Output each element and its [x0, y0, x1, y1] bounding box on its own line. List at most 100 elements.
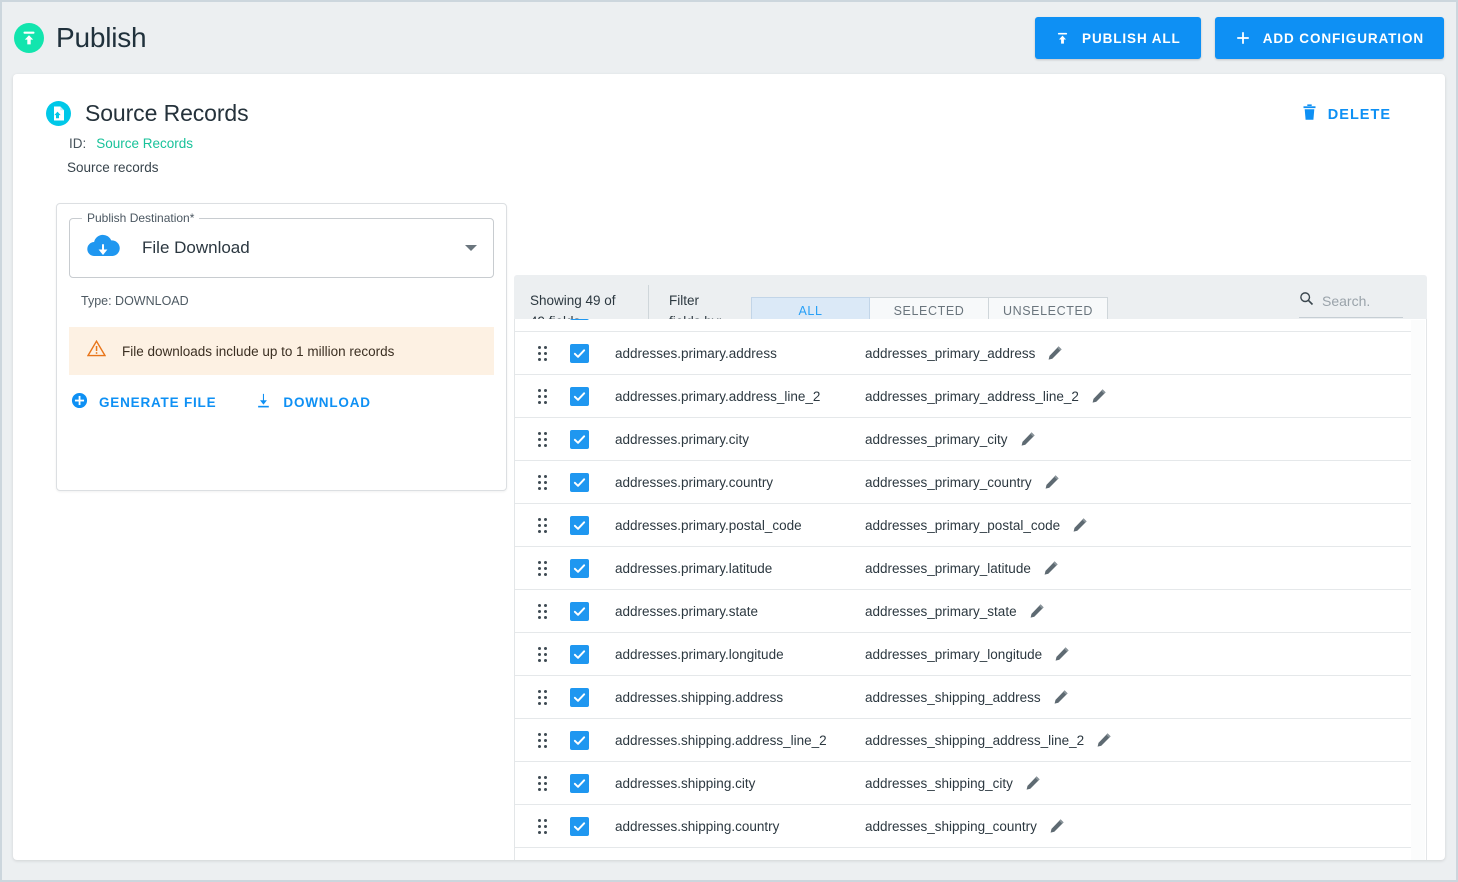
app-window: Publish PUBLISH ALL ADD CONFIGURATION So…: [0, 0, 1458, 882]
drag-handle-icon[interactable]: [538, 689, 547, 705]
row-published-field-name: addresses_primary_state: [865, 603, 1017, 619]
fields-table-scrollbar-track[interactable]: [1411, 320, 1425, 860]
edit-pencil-icon[interactable]: [1047, 345, 1063, 361]
drag-handle-icon[interactable]: [538, 603, 547, 619]
table-row[interactable]: addresses.shipping.country addresses_ship…: [515, 805, 1411, 848]
row-checkbox[interactable]: [570, 472, 589, 492]
row-checkbox[interactable]: [570, 816, 589, 836]
edit-pencil-icon[interactable]: [1025, 775, 1041, 791]
row-drag-cell: [515, 474, 570, 490]
warning-triangle-icon: [86, 339, 107, 362]
drag-handle-icon[interactable]: [538, 560, 547, 576]
card-header: Source Records ID: Source Records Source…: [13, 74, 1445, 175]
row-checkbox-cell: [570, 429, 615, 449]
drag-handle-icon[interactable]: [538, 431, 547, 447]
edit-pencil-icon[interactable]: [1054, 646, 1070, 662]
row-published-field: addresses_primary_city: [865, 431, 1411, 447]
fields-table-body: clustering_metadata.applied_cluster…clus…: [514, 319, 1427, 860]
row-published-field: addresses_primary_postal_code: [865, 517, 1411, 533]
drag-handle-icon[interactable]: [538, 345, 547, 361]
search-box[interactable]: [1299, 291, 1403, 318]
edit-pencil-icon[interactable]: [1091, 388, 1107, 404]
row-field-to-publish: addresses.primary.address: [615, 345, 777, 361]
row-field-to-publish: addresses.primary.postal_code: [615, 517, 802, 533]
table-row[interactable]: addresses.primary.country addresses_prima…: [515, 461, 1411, 504]
edit-pencil-icon[interactable]: [1096, 732, 1112, 748]
publish-all-label: PUBLISH ALL: [1082, 30, 1181, 46]
edit-pencil-icon[interactable]: [1053, 689, 1069, 705]
id-label: ID:: [69, 136, 87, 151]
table-row[interactable]: addresses.primary.address_line_2 addresse…: [515, 375, 1411, 418]
card-title-row: Source Records: [45, 100, 1445, 127]
delete-button[interactable]: DELETE: [1302, 104, 1391, 125]
row-checkbox[interactable]: [570, 601, 589, 621]
row-checkbox[interactable]: [570, 343, 589, 363]
row-checkbox-cell: [570, 601, 615, 621]
table-row[interactable]: addresses.primary.state addresses_primary…: [515, 590, 1411, 633]
card-id-row: ID: Source Records: [45, 136, 1445, 151]
edit-pencil-icon[interactable]: [1029, 603, 1045, 619]
id-value-link[interactable]: Source Records: [96, 136, 193, 151]
row-drag-cell: [515, 388, 570, 404]
row-checkbox[interactable]: [570, 319, 589, 320]
chevron-down-icon[interactable]: [465, 245, 477, 251]
row-checkbox[interactable]: [570, 386, 589, 406]
row-checkbox-cell: [570, 319, 615, 320]
row-drag-cell: [515, 775, 570, 791]
card-description: Source records: [67, 160, 159, 175]
row-drag-cell: [515, 560, 570, 576]
drag-handle-icon[interactable]: [538, 732, 547, 748]
edit-pencil-icon[interactable]: [1020, 431, 1036, 447]
table-row[interactable]: addresses.shipping.city addresses_shippin…: [515, 762, 1411, 805]
drag-handle-icon[interactable]: [538, 474, 547, 490]
download-icon: [256, 392, 272, 412]
download-button[interactable]: DOWNLOAD: [256, 392, 370, 412]
drag-handle-icon[interactable]: [538, 775, 547, 791]
add-configuration-button[interactable]: ADD CONFIGURATION: [1214, 17, 1444, 59]
edit-pencil-icon[interactable]: [1049, 818, 1065, 834]
row-field-to-publish: addresses.primary.state: [615, 603, 759, 619]
row-checkbox[interactable]: [570, 558, 589, 578]
row-checkbox-cell: [570, 386, 615, 406]
generate-file-button[interactable]: GENERATE FILE: [71, 392, 216, 412]
row-checkbox[interactable]: [570, 687, 589, 707]
row-field-to-publish: addresses.primary.city: [615, 431, 750, 447]
row-checkbox[interactable]: [570, 773, 589, 793]
publish-all-button[interactable]: PUBLISH ALL: [1035, 17, 1201, 59]
table-row[interactable]: addresses.primary.longitude addresses_pri…: [515, 633, 1411, 676]
drag-handle-icon[interactable]: [538, 818, 547, 834]
search-input[interactable]: [1322, 293, 1392, 309]
edit-pencil-icon[interactable]: [1072, 517, 1088, 533]
edit-pencil-icon[interactable]: [1044, 474, 1060, 490]
row-field-to-publish: addresses.primary.address_line_2: [615, 388, 821, 404]
table-row[interactable]: addresses.primary.postal_code addresses_p…: [515, 504, 1411, 547]
row-checkbox[interactable]: [570, 515, 589, 535]
fields-table-region: Showing 49 of 49 fields Filter fields by…: [514, 203, 1427, 860]
edit-pencil-icon[interactable]: [1043, 560, 1059, 576]
row-published-field: addresses_shipping_city: [865, 775, 1411, 791]
row-drag-cell: [515, 689, 570, 705]
table-row[interactable]: addresses.primary.address addresses_prima…: [515, 332, 1411, 375]
row-field-to-publish: addresses.shipping.country: [615, 818, 780, 834]
table-row[interactable]: addresses.primary.city addresses_primary_…: [515, 418, 1411, 461]
table-row[interactable]: addresses.primary.latitude addresses_prim…: [515, 547, 1411, 590]
publish-destination-select[interactable]: Publish Destination* File Download: [69, 211, 494, 278]
drag-handle-icon[interactable]: [538, 517, 547, 533]
row-checkbox[interactable]: [570, 429, 589, 449]
row-checkbox[interactable]: [570, 730, 589, 750]
drag-handle-icon[interactable]: [538, 646, 547, 662]
filter-label-line1: Filter: [669, 292, 699, 308]
row-checkbox-cell: [570, 730, 615, 750]
row-published-field: addresses_primary_latitude: [865, 560, 1411, 576]
row-published-field: addresses_primary_longitude: [865, 646, 1411, 662]
publish-upload-icon: [14, 23, 44, 53]
row-field-to-publish: addresses.primary.country: [615, 474, 774, 490]
upload-icon: [1055, 31, 1070, 46]
table-row[interactable]: addresses.shipping.address addresses_ship…: [515, 676, 1411, 719]
table-row[interactable]: addresses.shipping.address_line_2 address…: [515, 719, 1411, 762]
drag-handle-icon[interactable]: [538, 388, 547, 404]
table-row[interactable]: clustering_metadata.applied_cluster…clus…: [515, 319, 1411, 332]
warning-text: File downloads include up to 1 million r…: [122, 343, 395, 359]
row-checkbox[interactable]: [570, 644, 589, 664]
publish-destination-panel: Publish Destination* File Download Type:…: [56, 203, 507, 491]
